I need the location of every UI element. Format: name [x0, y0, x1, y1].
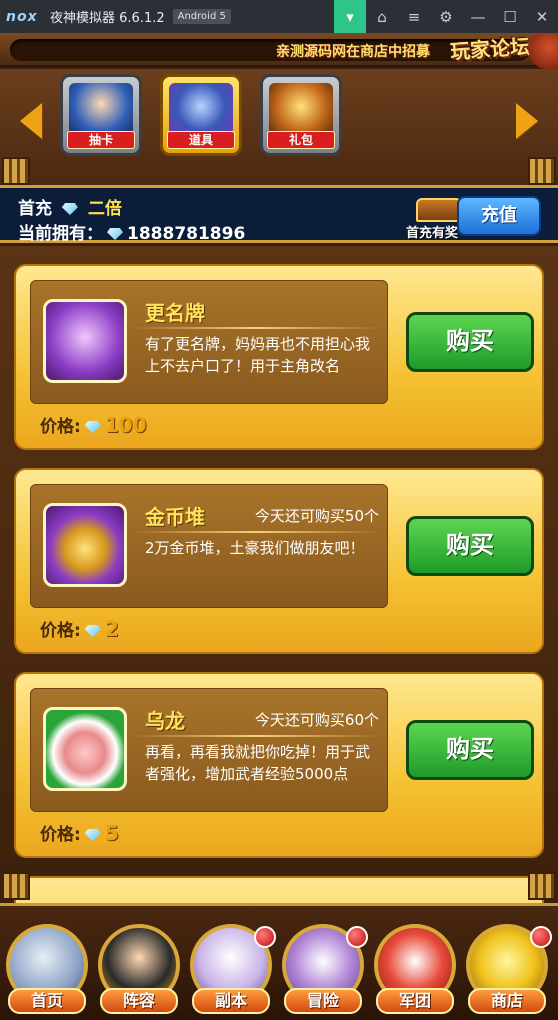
rename-card-icon: [43, 299, 127, 383]
forum-button[interactable]: 玩家论坛: [449, 33, 531, 65]
nav-adventure[interactable]: 冒险: [280, 924, 368, 1020]
current-label: 当前拥有：: [18, 224, 103, 244]
notification-dot: [530, 926, 552, 948]
girl-portrait-icon: [69, 83, 133, 135]
pin-icon[interactable]: ⌂: [366, 0, 398, 33]
game-viewport: 亲测源码网在商店中招募 玩家论坛 抽卡 道具 礼包 首充 二倍 当前拥有： 18…: [0, 33, 558, 1020]
tab-items[interactable]: 道具: [160, 74, 242, 156]
diamond-icon: [61, 203, 78, 215]
diamond-icon: [107, 228, 123, 240]
close-icon[interactable]: ✕: [526, 0, 558, 33]
nav-lineup[interactable]: 阵容: [96, 924, 182, 1020]
double-label: 二倍: [87, 199, 122, 219]
diamond-icon: [84, 829, 101, 841]
corner-ornament-icon: [2, 157, 30, 185]
nav-label: 副本: [192, 988, 270, 1014]
list-item: 乌龙 今天还可购买60个 再看，再看我就把你吃掉！用于武者强化，增加武者经验50…: [14, 672, 544, 858]
emulator-titlebar: nox 夜神模拟器 6.6.1.2 Android 5 ▾ ⌂ ≡ ⚙ — ☐ …: [0, 0, 558, 33]
price-label: 价格:: [40, 825, 81, 845]
buy-button[interactable]: 购买: [406, 720, 534, 780]
item-list[interactable]: 更名牌 有了更名牌，妈妈再也不用担心我上不去户口了！用于主角改名 价格: 100 …: [0, 246, 558, 1020]
nav-label: 阵容: [100, 988, 178, 1014]
price-label: 价格:: [40, 621, 81, 641]
item-limit: 今天还可购买60个: [254, 711, 379, 729]
item-desc: 有了更名牌，妈妈再也不用担心我上不去户口了！用于主角改名: [145, 335, 371, 375]
list-item: 金币堆 今天还可购买50个 2万金币堆，土豪我们做朋友吧！ 价格: 2 购买: [14, 468, 544, 654]
item-name: 金币堆: [145, 505, 205, 529]
corner-ornament-icon: [2, 872, 30, 900]
item-name: 乌龙: [145, 709, 185, 733]
item-info-panel: 更名牌 有了更名牌，妈妈再也不用担心我上不去户口了！用于主角改名: [30, 280, 388, 404]
treasure-chest-icon: [416, 198, 462, 222]
item-desc: 2万金币堆，土豪我们做朋友吧！: [145, 539, 365, 557]
divider: [131, 327, 381, 329]
price-label: 价格:: [40, 417, 81, 437]
diamond-icon: [84, 625, 101, 637]
next-arrow-icon[interactable]: [510, 99, 544, 143]
currency-info-bar: 首充 二倍 当前拥有： 1888781896 首充有奖 充值: [0, 185, 558, 244]
corner-ornament-icon: [528, 157, 556, 185]
gift-icon[interactable]: ▾: [334, 0, 366, 33]
marquee-text: 亲测源码网在商店中招募: [276, 44, 430, 60]
tab-gift-pack[interactable]: 礼包: [260, 74, 342, 156]
gear-icon[interactable]: ⚙: [430, 0, 462, 33]
reward-caption: 首充有奖: [406, 226, 459, 241]
window-title: 夜神模拟器 6.6.1.2: [50, 11, 165, 26]
first-charge-label: 首充: [18, 199, 52, 219]
recharge-button[interactable]: 充值: [457, 196, 541, 236]
top-banner: 亲测源码网在商店中招募 玩家论坛: [0, 33, 558, 69]
price-value: 100: [104, 413, 147, 437]
nav-shop[interactable]: 商店: [464, 924, 552, 1020]
diamond-count: 1888781896: [127, 224, 246, 244]
tab-label: 礼包: [267, 131, 335, 149]
item-info-panel: 金币堆 今天还可购买50个 2万金币堆，土豪我们做朋友吧！: [30, 484, 388, 608]
buy-button[interactable]: 购买: [406, 312, 534, 372]
nox-logo: nox: [6, 8, 38, 25]
nav-legion[interactable]: 军团: [372, 924, 458, 1020]
dragon-ornament-icon: [528, 33, 558, 69]
bottom-nav: 首页 阵容 副本 冒险 军团 商店: [0, 872, 558, 1020]
crystal-ball-icon: [169, 83, 233, 135]
nav-label: 首页: [8, 988, 86, 1014]
prev-arrow-icon[interactable]: [14, 99, 48, 143]
menu-icon[interactable]: ≡: [398, 0, 430, 33]
nav-label: 军团: [376, 988, 454, 1014]
oolong-pig-icon: [43, 707, 127, 791]
notification-dot: [254, 926, 276, 948]
item-price: 价格: 2: [40, 616, 119, 641]
nav-dungeon[interactable]: 副本: [188, 924, 276, 1020]
minimize-icon[interactable]: —: [462, 0, 494, 33]
price-value: 5: [104, 821, 119, 845]
list-item: 更名牌 有了更名牌，妈妈再也不用担心我上不去户口了！用于主角改名 价格: 100 …: [14, 264, 544, 450]
item-info-panel: 乌龙 今天还可购买60个 再看，再看我就把你吃掉！用于武者强化，增加武者经验50…: [30, 688, 388, 812]
nav-label: 商店: [468, 988, 546, 1014]
gold-coins-icon: [43, 503, 127, 587]
item-name: 更名牌: [145, 301, 205, 325]
nav-home[interactable]: 首页: [4, 924, 90, 1020]
item-price: 价格: 100: [40, 412, 147, 437]
price-value: 2: [104, 617, 119, 641]
tab-label: 抽卡: [67, 131, 135, 149]
gift-bag-icon: [269, 83, 333, 135]
buy-button[interactable]: 购买: [406, 516, 534, 576]
current-diamonds-line: 当前拥有： 1888781896: [18, 219, 245, 244]
divider: [131, 531, 381, 533]
diamond-icon: [84, 421, 101, 433]
item-limit: 今天还可购买50个: [254, 507, 379, 525]
maximize-icon[interactable]: ☐: [494, 0, 526, 33]
tab-label: 道具: [167, 131, 235, 149]
tab-draw-card[interactable]: 抽卡: [60, 74, 142, 156]
corner-ornament-icon: [528, 872, 556, 900]
item-price: 价格: 5: [40, 820, 119, 845]
android-version-badge: Android 5: [172, 9, 231, 24]
notification-dot: [346, 926, 368, 948]
first-charge-line: 首充 二倍: [18, 194, 122, 219]
shop-tabs: 抽卡 道具 礼包: [0, 69, 558, 189]
item-desc: 再看，再看我就把你吃掉！用于武者强化，增加武者经验5000点: [145, 743, 371, 783]
divider: [131, 735, 381, 737]
nav-label: 冒险: [284, 988, 362, 1014]
